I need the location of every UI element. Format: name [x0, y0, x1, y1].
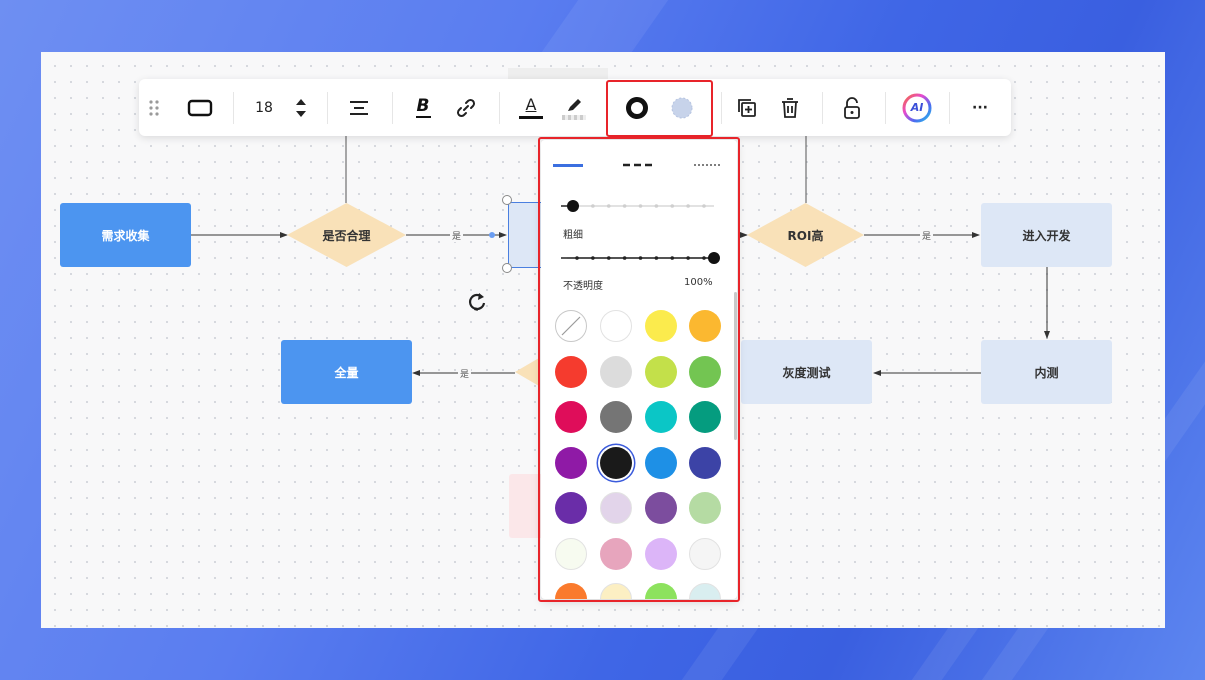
- node-internal-test[interactable]: 内测: [981, 340, 1112, 404]
- background-stripe: [911, 628, 979, 680]
- toolbar-divider: [885, 92, 886, 124]
- floating-toolbar: 18 B A AI ···: [139, 79, 1011, 137]
- resize-handle[interactable]: [502, 263, 512, 273]
- highlight-color-bar: [562, 114, 586, 120]
- toolbar-divider: [327, 92, 328, 124]
- background-stripe: [681, 628, 759, 680]
- rotate-icon[interactable]: [467, 291, 487, 313]
- background-stripe: [541, 0, 669, 52]
- toolbar-divider: [392, 92, 393, 124]
- duplicate-icon[interactable]: [733, 79, 761, 136]
- text-color-button[interactable]: A: [517, 79, 545, 136]
- highlight-box-style-panel: [538, 137, 740, 602]
- toolbar-divider: [233, 92, 234, 124]
- toolbar-divider: [822, 92, 823, 124]
- ai-assistant-button[interactable]: AI: [900, 79, 934, 136]
- node-roi-high[interactable]: ROI高: [747, 203, 864, 267]
- toolbar-divider: [721, 92, 722, 124]
- bold-button[interactable]: B: [412, 79, 434, 136]
- toolbar-divider: [949, 92, 950, 124]
- font-size-value[interactable]: 18: [251, 79, 277, 136]
- bold-label: B: [416, 95, 430, 116]
- lock-icon[interactable]: [838, 79, 866, 136]
- node-requirement-collection[interactable]: 需求收集: [60, 203, 191, 267]
- link-icon[interactable]: [452, 79, 480, 136]
- edge-label-yes: 是: [920, 229, 934, 242]
- edge-label-yes: 是: [450, 229, 464, 242]
- highlight-pen-icon[interactable]: [560, 79, 588, 136]
- node-label: ROI高: [787, 228, 824, 243]
- font-size-stepper-icon[interactable]: [291, 79, 311, 136]
- node-label: 是否合理: [322, 228, 371, 243]
- text-color-bar: [519, 115, 543, 119]
- drag-handle-icon[interactable]: [145, 79, 163, 136]
- node-enter-development[interactable]: 进入开发: [981, 203, 1112, 267]
- node-full-release[interactable]: 全量: [281, 340, 412, 404]
- more-options-button[interactable]: ···: [965, 79, 995, 136]
- shape-rectangle-icon[interactable]: [183, 79, 217, 136]
- node-hidden-diamond[interactable]: [515, 355, 539, 389]
- align-center-icon[interactable]: [344, 79, 374, 136]
- bold-underline: [415, 115, 431, 118]
- node-gray-release-test[interactable]: 灰度测试: [741, 340, 872, 404]
- highlight-box-border-fill: [606, 80, 713, 137]
- node-is-reasonable[interactable]: 是否合理: [287, 203, 406, 267]
- edge-label-yes: 是: [458, 367, 472, 380]
- text-color-label: A: [525, 94, 537, 114]
- resize-handle[interactable]: [502, 195, 512, 205]
- ai-label: AI: [910, 101, 924, 114]
- delete-icon[interactable]: [776, 79, 804, 136]
- toolbar-divider: [499, 92, 500, 124]
